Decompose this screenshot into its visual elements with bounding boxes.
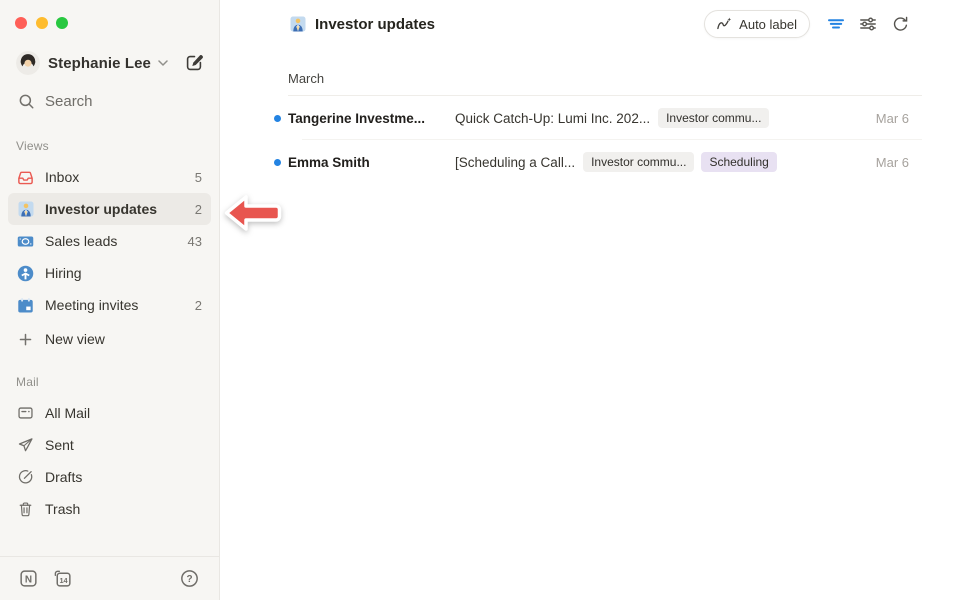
label-tag[interactable]: Investor commu...: [658, 108, 769, 128]
sidebar-item-inbox[interactable]: Inbox 5: [8, 161, 211, 193]
new-view-button[interactable]: New view: [8, 323, 211, 355]
unread-dot: [274, 159, 281, 166]
email-date: Mar 6: [876, 155, 922, 170]
sidebar-item-sales-leads[interactable]: Sales leads 43: [8, 225, 211, 257]
minimize-window-button[interactable]: [36, 17, 48, 29]
sidebar-item-label: Meeting invites: [45, 297, 138, 313]
sidebar-item-drafts[interactable]: Drafts: [8, 461, 211, 493]
svg-text:N: N: [25, 574, 32, 585]
sidebar-item-label: All Mail: [45, 405, 90, 421]
all-mail-icon: [17, 405, 34, 422]
new-view-label: New view: [45, 331, 105, 347]
sidebar-item-label: Trash: [45, 501, 80, 517]
label-tag[interactable]: Investor commu...: [583, 152, 694, 172]
chevron-down-icon[interactable]: [158, 60, 168, 66]
sidebar-item-all-mail[interactable]: All Mail: [8, 397, 211, 429]
close-window-button[interactable]: [15, 17, 27, 29]
investor-person-icon: [17, 201, 34, 218]
page-title: Investor updates: [315, 16, 435, 33]
sidebar-item-label: Investor updates: [45, 201, 157, 217]
email-subject: Quick Catch-Up: Lumi Inc. 202...: [455, 111, 650, 126]
calendar-app-icon[interactable]: 14: [52, 568, 73, 589]
email-sender: Tangerine Investme...: [288, 111, 455, 126]
refresh-icon: [891, 15, 910, 34]
help-icon[interactable]: ?: [179, 568, 200, 589]
compose-button[interactable]: [181, 50, 207, 76]
email-tags: Investor commu... Scheduling: [583, 152, 777, 172]
trash-icon: [17, 501, 34, 518]
email-tags: Investor commu...: [658, 108, 769, 128]
sidebar-item-sent[interactable]: Sent: [8, 429, 211, 461]
notion-logo-icon[interactable]: N: [18, 568, 39, 589]
inbox-icon: [17, 169, 34, 186]
unread-count-badge: 5: [195, 170, 202, 185]
sidebar-item-meeting-invites[interactable]: Meeting invites 2: [8, 289, 211, 321]
sliders-icon: [858, 14, 878, 34]
profile-name[interactable]: Stephanie Lee: [48, 55, 151, 72]
person-circle-icon: [17, 265, 34, 282]
email-subject: [Scheduling a Call...: [455, 155, 575, 170]
sidebar-item-label: Hiring: [45, 265, 82, 281]
filter-lines-icon: [826, 14, 846, 34]
sidebar-item-hiring[interactable]: Hiring: [8, 257, 211, 289]
date-group-header: March: [288, 62, 922, 96]
unread-count-badge: 43: [188, 234, 202, 249]
views-nav: Inbox 5 Investor updates 2: [8, 161, 211, 355]
email-date: Mar 6: [876, 111, 922, 126]
dollar-bill-icon: [17, 233, 34, 250]
views-section-label: Views: [16, 139, 49, 153]
paper-plane-icon: [17, 437, 34, 454]
search-icon: [18, 93, 35, 110]
sidebar-item-trash[interactable]: Trash: [8, 493, 211, 525]
plus-icon: [17, 331, 34, 348]
sidebar-item-label: Inbox: [45, 169, 79, 185]
mail-section-label: Mail: [16, 375, 39, 389]
sidebar-footer: N 14 ?: [0, 556, 219, 600]
refresh-button[interactable]: [889, 13, 911, 35]
date-group-label: March: [288, 71, 324, 86]
unread-count-badge: 2: [195, 202, 202, 217]
search-label: Search: [45, 93, 93, 110]
sidebar: Stephanie Lee Search Views: [0, 0, 220, 600]
avatar[interactable]: [16, 51, 40, 75]
search-button[interactable]: Search: [18, 89, 93, 113]
calendar-icon: [17, 297, 34, 314]
investor-person-icon: [290, 16, 306, 32]
view-header: Investor updates Auto label: [290, 10, 911, 38]
mail-nav: All Mail Sent Drafts: [8, 397, 211, 525]
sidebar-item-label: Sales leads: [45, 233, 117, 249]
auto-label-button[interactable]: Auto label: [704, 10, 810, 38]
email-row[interactable]: Emma Smith [Scheduling a Call... Investo…: [288, 140, 922, 184]
svg-text:?: ?: [186, 574, 192, 585]
sidebar-item-label: Sent: [45, 437, 74, 453]
mail-app-window: Stephanie Lee Search Views: [0, 0, 960, 600]
sidebar-item-investor-updates[interactable]: Investor updates 2: [8, 193, 211, 225]
pencil-circle-icon: [17, 469, 34, 486]
header-actions: Auto label: [704, 10, 911, 38]
window-controls: [15, 17, 68, 29]
profile-row: Stephanie Lee: [16, 50, 207, 76]
display-settings-button[interactable]: [857, 13, 879, 35]
compose-icon: [184, 53, 204, 73]
email-list: March Tangerine Investme... Quick Catch-…: [288, 62, 922, 184]
email-row[interactable]: Tangerine Investme... Quick Catch-Up: Lu…: [288, 96, 922, 140]
main-panel: Investor updates Auto label: [221, 0, 960, 600]
sidebar-item-label: Drafts: [45, 469, 82, 485]
email-sender: Emma Smith: [288, 155, 455, 170]
auto-label-wand-icon: [715, 15, 733, 33]
zoom-window-button[interactable]: [56, 17, 68, 29]
svg-text:14: 14: [59, 576, 68, 585]
label-tag[interactable]: Scheduling: [701, 152, 776, 172]
filter-button[interactable]: [825, 13, 847, 35]
unread-dot: [274, 115, 281, 122]
auto-label-button-label: Auto label: [739, 17, 797, 32]
unread-count-badge: 2: [195, 298, 202, 313]
